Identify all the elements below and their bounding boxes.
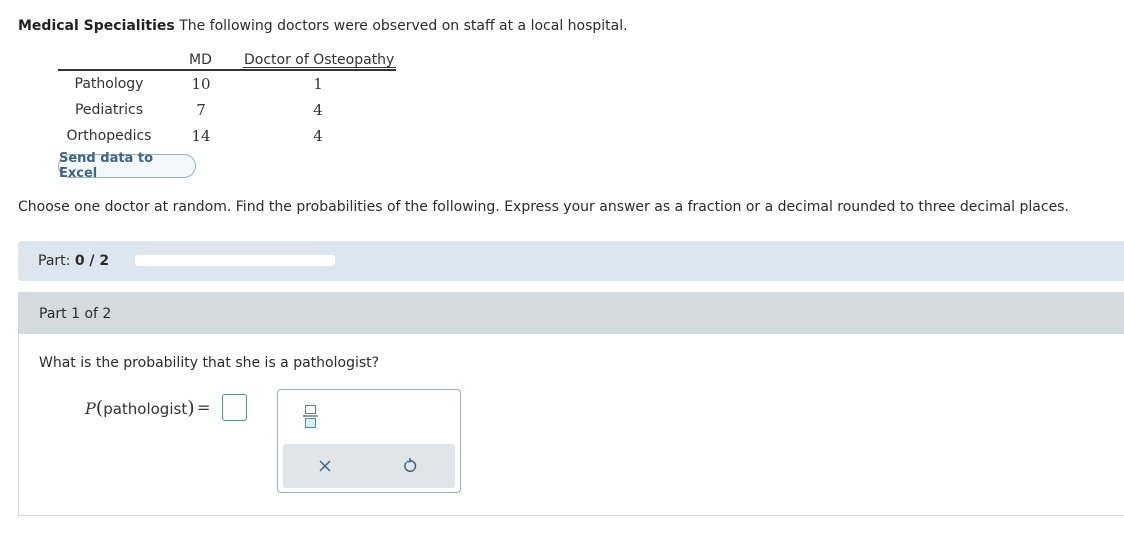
cell-pathology-do: 1 bbox=[313, 75, 323, 93]
intro-text: Medical Specialities The following docto… bbox=[18, 18, 628, 34]
expr-p: P bbox=[85, 399, 96, 418]
part-progress-bar: Part: 0 / 2 bbox=[18, 241, 1124, 281]
expr-close-paren: ) bbox=[187, 397, 195, 419]
cell-orthopedics-do: 4 bbox=[313, 127, 323, 145]
expr-argument: pathologist bbox=[103, 400, 188, 418]
close-icon[interactable] bbox=[313, 454, 337, 478]
table-rule bbox=[58, 69, 396, 71]
part-panel: Part 1 of 2 What is the probability that… bbox=[18, 292, 1124, 516]
header-underline bbox=[243, 67, 396, 68]
expr-equals: = bbox=[197, 398, 211, 417]
column-header-osteopathy: Doctor of Osteopathy bbox=[244, 52, 395, 68]
intro-title: Medical Specialities bbox=[18, 18, 175, 34]
part-panel-title: Part 1 of 2 bbox=[39, 306, 112, 322]
probability-expression: P(pathologist) = bbox=[85, 397, 210, 419]
row-label-pediatrics: Pediatrics bbox=[74, 102, 144, 118]
undo-icon[interactable] bbox=[398, 454, 422, 478]
cell-orthopedics-md: 14 bbox=[191, 127, 211, 145]
progress-track bbox=[135, 255, 335, 266]
part-panel-header: Part 1 of 2 bbox=[19, 293, 1124, 334]
cell-pediatrics-do: 4 bbox=[313, 101, 323, 119]
cell-pediatrics-md: 7 bbox=[196, 101, 206, 119]
row-label-orthopedics: Orthopedics bbox=[66, 128, 152, 144]
math-palette bbox=[277, 389, 461, 493]
part-label: Part: 0 / 2 bbox=[38, 253, 109, 269]
instructions-text: Choose one doctor at random. Find the pr… bbox=[18, 199, 1069, 215]
palette-actions bbox=[283, 444, 455, 488]
part-count: 0 / 2 bbox=[74, 253, 110, 269]
send-to-excel-button[interactable]: Send data to Excel bbox=[58, 151, 196, 181]
part-label-text: Part: bbox=[38, 253, 71, 269]
fraction-icon[interactable] bbox=[298, 402, 324, 430]
question-text: What is the probability that she is a pa… bbox=[39, 355, 380, 371]
intro-description: The following doctors were observed on s… bbox=[179, 18, 628, 34]
row-label-pathology: Pathology bbox=[74, 76, 144, 92]
answer-input[interactable] bbox=[222, 394, 247, 421]
data-table: MD Doctor of Osteopathy Pathology 10 1 P… bbox=[58, 49, 396, 149]
column-header-md: MD bbox=[189, 52, 212, 68]
cell-pathology-md: 10 bbox=[191, 75, 211, 93]
